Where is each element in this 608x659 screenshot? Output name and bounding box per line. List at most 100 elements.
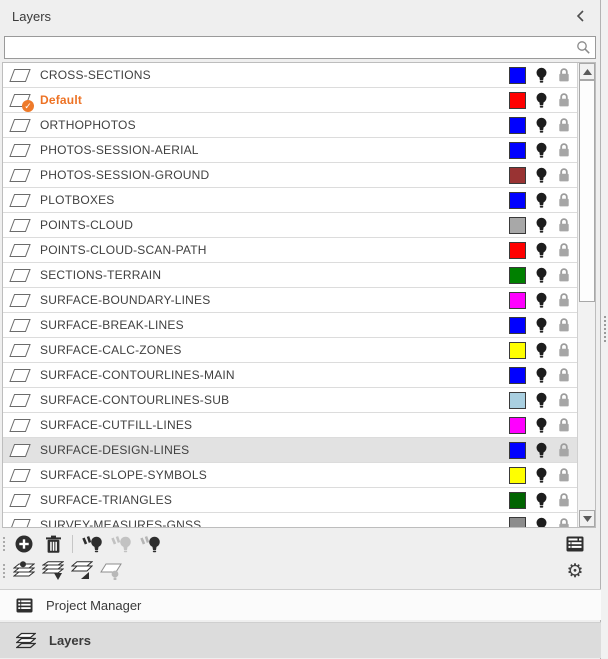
- layer-lock-toggle[interactable]: [554, 217, 574, 233]
- layer-color-swatch[interactable]: [509, 392, 526, 409]
- layer-color-swatch[interactable]: [509, 317, 526, 334]
- toolbar-drag-handle[interactable]: [3, 537, 5, 551]
- layer-visibility-toggle[interactable]: [530, 392, 552, 409]
- layer-visibility-toggle[interactable]: [530, 92, 552, 109]
- invert-layers-visibility-button[interactable]: [137, 532, 163, 556]
- layer-lock-toggle[interactable]: [554, 192, 574, 208]
- layer-row[interactable]: SURFACE-CONTOURLINES-SUB: [3, 388, 578, 413]
- layer-color-swatch[interactable]: [509, 342, 526, 359]
- layer-name: SURFACE-CONTOURLINES-MAIN: [40, 368, 235, 382]
- layer-lock-toggle[interactable]: [554, 92, 574, 108]
- set-current-layer-button[interactable]: [11, 559, 37, 583]
- layer-color-swatch[interactable]: [509, 442, 526, 459]
- layer-lock-toggle[interactable]: [554, 142, 574, 158]
- layer-visibility-toggle[interactable]: [530, 142, 552, 159]
- layer-color-swatch[interactable]: [509, 467, 526, 484]
- layer-visibility-toggle[interactable]: [530, 417, 552, 434]
- layer-row[interactable]: PLOTBOXES: [3, 188, 578, 213]
- layer-row[interactable]: SURFACE-CONTOURLINES-MAIN: [3, 363, 578, 388]
- add-layer-button[interactable]: [11, 532, 37, 556]
- layer-row[interactable]: PHOTOS-SESSION-GROUND: [3, 163, 578, 188]
- layer-color-swatch[interactable]: [509, 492, 526, 509]
- layer-visibility-toggle[interactable]: [530, 517, 552, 529]
- layer-visibility-toggle[interactable]: [530, 317, 552, 334]
- layer-visibility-toggle[interactable]: [530, 367, 552, 384]
- layer-color-swatch[interactable]: [509, 367, 526, 384]
- scroll-down-button[interactable]: [579, 510, 595, 527]
- layer-lock-toggle[interactable]: [554, 67, 574, 83]
- layer-color-swatch[interactable]: [509, 292, 526, 309]
- layer-visibility-toggle[interactable]: [530, 242, 552, 259]
- layer-row[interactable]: CROSS-SECTIONS: [3, 63, 578, 88]
- toolbar-drag-handle[interactable]: [3, 564, 5, 578]
- layer-visibility-toggle[interactable]: [530, 492, 552, 509]
- layer-visibility-toggle[interactable]: [530, 117, 552, 134]
- layer-visibility-toggle[interactable]: [530, 442, 552, 459]
- tab-project-manager[interactable]: Project Manager: [0, 589, 601, 620]
- layer-lock-toggle[interactable]: [554, 517, 574, 528]
- tab-layers[interactable]: Layers: [0, 622, 601, 658]
- layer-lock-toggle[interactable]: [554, 292, 574, 308]
- layer-visibility-toggle[interactable]: [530, 292, 552, 309]
- layer-row[interactable]: POINTS-CLOUD-SCAN-PATH: [3, 238, 578, 263]
- layer-color-swatch[interactable]: [509, 417, 526, 434]
- layer-row[interactable]: SURFACE-BOUNDARY-LINES: [3, 288, 578, 313]
- layer-visibility-toggle[interactable]: [530, 342, 552, 359]
- delete-layer-button[interactable]: [40, 532, 66, 556]
- layer-visibility-toggle[interactable]: [530, 67, 552, 84]
- layer-row[interactable]: SURFACE-CALC-ZONES: [3, 338, 578, 363]
- layer-visibility-toggle[interactable]: [530, 467, 552, 484]
- layer-color-swatch[interactable]: [509, 167, 526, 184]
- layer-lock-toggle[interactable]: [554, 492, 574, 508]
- layer-lock-toggle[interactable]: [554, 242, 574, 258]
- layer-color-swatch[interactable]: [509, 92, 526, 109]
- layer-details-view-button[interactable]: [562, 532, 588, 556]
- layer-visibility-toggle[interactable]: [530, 192, 552, 209]
- layer-color-swatch[interactable]: [509, 242, 526, 259]
- layer-color-swatch[interactable]: [509, 192, 526, 209]
- layer-visibility-toggle[interactable]: [530, 167, 552, 184]
- layer-row[interactable]: SECTIONS-TERRAIN: [3, 263, 578, 288]
- layer-lock-toggle[interactable]: [554, 467, 574, 483]
- layer-visibility-toggle[interactable]: [530, 217, 552, 234]
- search-input[interactable]: [4, 36, 596, 59]
- layer-lock-toggle[interactable]: [554, 442, 574, 458]
- isolate-layer-button[interactable]: [98, 559, 124, 583]
- layer-row[interactable]: ✓ Default: [3, 88, 578, 113]
- layer-row[interactable]: PHOTOS-SESSION-AERIAL: [3, 138, 578, 163]
- layer-color-swatch[interactable]: [509, 217, 526, 234]
- move-objects-to-layer-button[interactable]: [40, 559, 66, 583]
- hide-all-layers-button[interactable]: [108, 532, 134, 556]
- panel-resize-splitter[interactable]: [601, 0, 608, 659]
- layer-lock-toggle[interactable]: [554, 117, 574, 133]
- layers-stack-dot-icon: [13, 561, 35, 581]
- layer-row[interactable]: ORTHOPHOTOS: [3, 113, 578, 138]
- layers-settings-button[interactable]: ⚙: [562, 559, 588, 583]
- layer-row[interactable]: SURFACE-BREAK-LINES: [3, 313, 578, 338]
- list-scrollbar[interactable]: [577, 63, 595, 527]
- layer-lock-toggle[interactable]: [554, 417, 574, 433]
- layer-color-swatch[interactable]: [509, 267, 526, 284]
- layer-color-swatch[interactable]: [509, 117, 526, 134]
- layer-color-swatch[interactable]: [509, 517, 526, 529]
- layer-row[interactable]: SURFACE-DESIGN-LINES: [3, 438, 578, 463]
- layer-row[interactable]: POINTS-CLOUD: [3, 213, 578, 238]
- scrollbar-thumb[interactable]: [579, 80, 595, 302]
- layer-row[interactable]: SURFACE-TRIANGLES: [3, 488, 578, 513]
- layer-lock-toggle[interactable]: [554, 392, 574, 408]
- layer-row[interactable]: SURFACE-CUTFILL-LINES: [3, 413, 578, 438]
- collapse-panel-button[interactable]: [572, 8, 588, 24]
- layer-visibility-toggle[interactable]: [530, 267, 552, 284]
- layer-row[interactable]: SURVEY-MEASURES-GNSS: [3, 513, 578, 528]
- scroll-up-button[interactable]: [579, 63, 595, 80]
- show-all-layers-button[interactable]: [79, 532, 105, 556]
- layer-color-swatch[interactable]: [509, 67, 526, 84]
- layer-lock-toggle[interactable]: [554, 342, 574, 358]
- layer-row[interactable]: SURFACE-SLOPE-SYMBOLS: [3, 463, 578, 488]
- layer-lock-toggle[interactable]: [554, 367, 574, 383]
- layer-lock-toggle[interactable]: [554, 317, 574, 333]
- layer-lock-toggle[interactable]: [554, 167, 574, 183]
- layer-lock-toggle[interactable]: [554, 267, 574, 283]
- copy-objects-to-layer-button[interactable]: [69, 559, 95, 583]
- layer-color-swatch[interactable]: [509, 142, 526, 159]
